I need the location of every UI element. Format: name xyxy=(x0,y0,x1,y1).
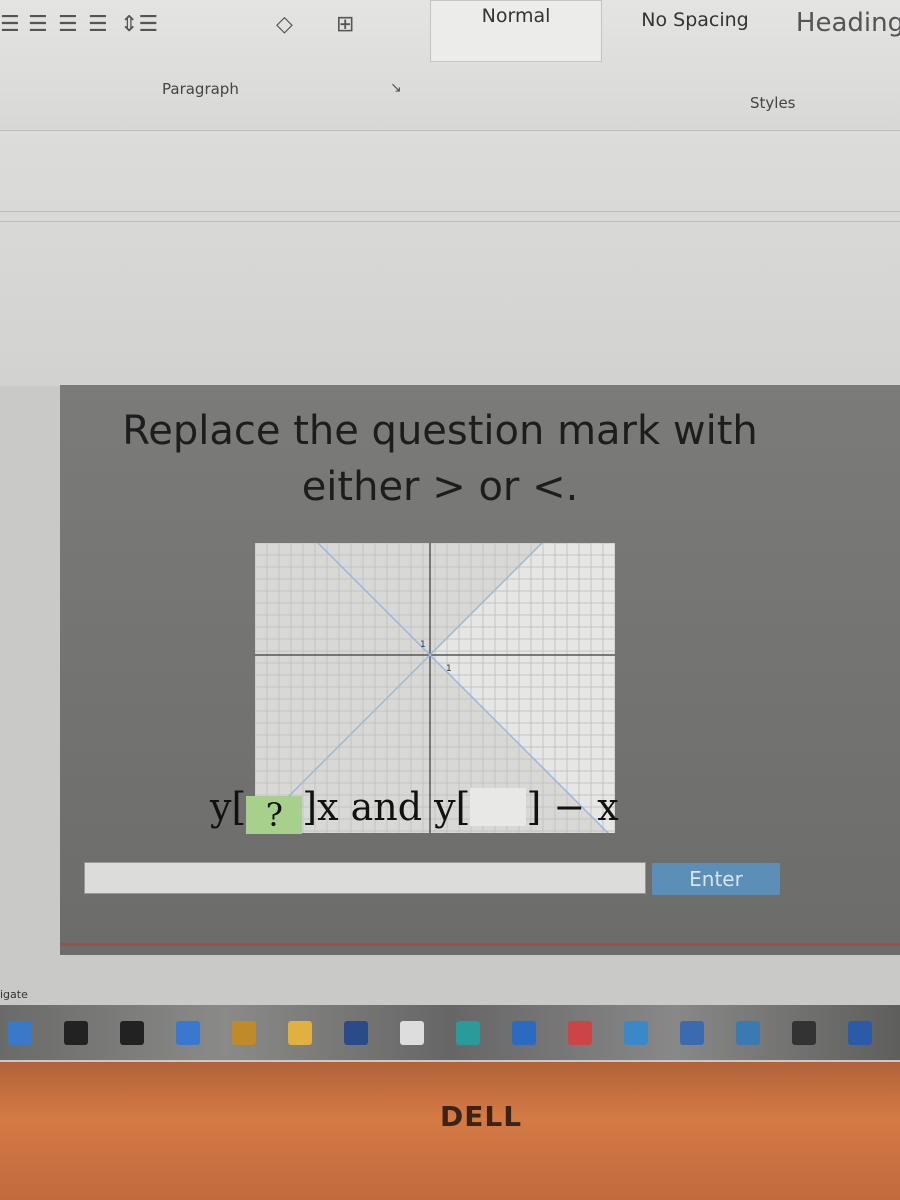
expr-text: ] − x xyxy=(526,785,619,829)
mail-icon[interactable] xyxy=(624,1021,648,1045)
borders-icon[interactable]: ⊞ xyxy=(336,12,354,37)
expr-text: y[ xyxy=(210,785,247,829)
paragraph-group-label: Paragraph xyxy=(162,80,239,98)
search-icon[interactable] xyxy=(64,1021,88,1045)
inequality-expression: y[?]x and y[ ] − x xyxy=(210,785,619,834)
style-label: Normal xyxy=(481,5,551,27)
question-text: Replace the question mark with either > … xyxy=(122,408,758,510)
app-icon[interactable] xyxy=(568,1021,592,1045)
app-icon[interactable] xyxy=(232,1021,256,1045)
taskbar xyxy=(0,1005,900,1060)
divider xyxy=(0,221,900,222)
style-normal[interactable]: Normal xyxy=(430,0,602,62)
windows-icon[interactable] xyxy=(8,1021,32,1045)
navigation-label: igate xyxy=(0,988,28,1001)
shading-icon[interactable]: ◇ xyxy=(276,12,293,37)
style-label: Heading xyxy=(795,8,900,38)
divider xyxy=(0,211,900,212)
divider xyxy=(60,943,900,946)
style-heading[interactable]: Heading xyxy=(785,0,900,60)
enter-button[interactable]: Enter xyxy=(652,863,780,895)
dell-logo: DELL xyxy=(440,1100,523,1133)
edge-icon[interactable] xyxy=(512,1021,536,1045)
style-label: No Spacing xyxy=(641,9,749,31)
app-icon[interactable] xyxy=(736,1021,760,1045)
style-no-spacing[interactable]: No Spacing xyxy=(620,0,770,60)
line-spacing-icon[interactable]: ⇕☰ xyxy=(120,12,158,37)
justify-icon[interactable]: ☰ xyxy=(88,12,108,37)
paragraph-dialog-launcher-icon[interactable]: ↘ xyxy=(390,80,402,96)
align-center-icon[interactable]: ☰ xyxy=(28,12,48,37)
answer-box-1[interactable]: ? xyxy=(246,796,303,834)
app-icon[interactable] xyxy=(456,1021,480,1045)
styles-group-label: Styles xyxy=(750,94,796,112)
amazon-icon[interactable] xyxy=(792,1021,816,1045)
y-tick-label: 1 xyxy=(420,640,426,650)
align-right-icon[interactable]: ☰ xyxy=(58,12,78,37)
expr-text: ]x and y[ xyxy=(302,785,471,829)
answer-box-2[interactable] xyxy=(470,788,527,826)
word-icon[interactable] xyxy=(848,1021,872,1045)
chat-icon[interactable] xyxy=(176,1021,200,1045)
document-area xyxy=(0,131,900,386)
answer-input[interactable] xyxy=(84,862,646,894)
align-left-icon[interactable]: ☰ xyxy=(0,12,20,37)
ribbon: ☰ ☰ ☰ ☰ ⇕☰ ◇ ⊞ Normal No Spacing Heading… xyxy=(0,0,900,131)
store-icon[interactable] xyxy=(344,1021,368,1045)
task-view-icon[interactable] xyxy=(120,1021,144,1045)
app-icon[interactable] xyxy=(680,1021,704,1045)
question-panel: Replace the question mark with either > … xyxy=(60,385,900,955)
file-explorer-icon[interactable] xyxy=(288,1021,312,1045)
dell-icon[interactable] xyxy=(400,1021,424,1045)
x-tick-label: 1 xyxy=(446,664,452,674)
